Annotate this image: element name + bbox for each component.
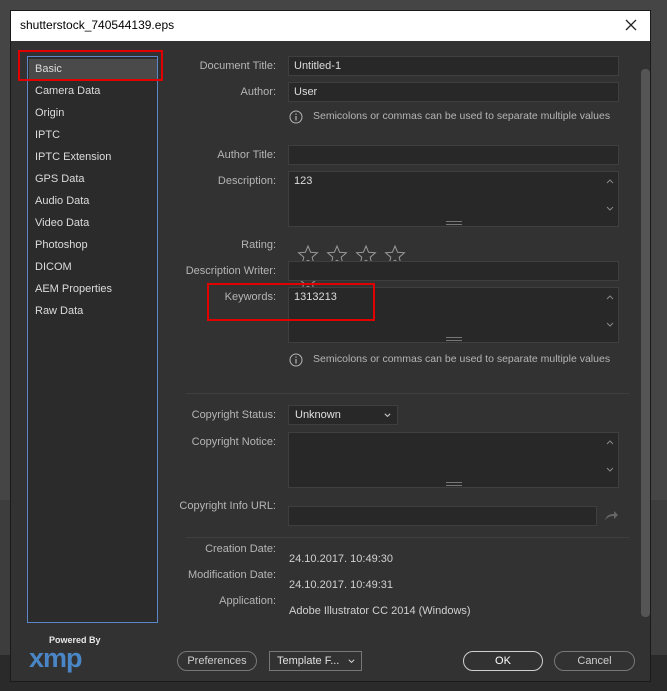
modification-date-value: 24.10.2017. 10:49:31 (289, 579, 393, 591)
go-to-url-arrow-icon[interactable] (603, 508, 619, 522)
cancel-button[interactable]: Cancel (554, 651, 635, 671)
scroll-down-icon[interactable] (605, 204, 615, 214)
template-folder-dropdown[interactable]: Template F... (269, 651, 362, 671)
description-writer-field[interactable] (288, 261, 619, 281)
keywords-label: Keywords: (224, 291, 276, 303)
chevron-down-icon (348, 659, 355, 664)
file-info-dialog: shutterstock_740544139.eps Basic Camera … (10, 10, 651, 682)
copyright-url-field[interactable] (288, 506, 597, 526)
copyright-status-label: Copyright Status: (191, 409, 276, 421)
sidebar-item-gps-data[interactable]: GPS Data (29, 169, 157, 189)
category-sidebar: Basic Camera Data Origin IPTC IPTC Exten… (27, 56, 158, 623)
panel-scrollbar[interactable] (641, 69, 650, 623)
divider (186, 393, 629, 394)
sidebar-item-aem-properties[interactable]: AEM Properties (29, 279, 157, 299)
info-icon (289, 109, 303, 124)
chevron-down-icon (384, 413, 391, 418)
ok-button[interactable]: OK (463, 651, 543, 671)
preferences-button[interactable]: Preferences (177, 651, 257, 671)
keywords-value: 1313213 (294, 291, 337, 303)
resize-grip-icon[interactable] (445, 221, 462, 225)
author-title-field[interactable] (288, 145, 619, 165)
rating-label: Rating: (241, 239, 276, 251)
title-bar: shutterstock_740544139.eps (11, 11, 650, 41)
description-value: 123 (294, 175, 313, 187)
author-title-label: Author Title: (217, 149, 276, 161)
copyright-notice-label: Copyright Notice: (191, 436, 276, 448)
info-icon (289, 352, 303, 367)
scroll-down-icon[interactable] (605, 320, 615, 330)
sidebar-item-raw-data[interactable]: Raw Data (29, 301, 157, 321)
application-label: Application: (219, 595, 276, 607)
xmp-logo: Powered By xmp (27, 633, 117, 673)
copyright-notice-field[interactable] (288, 432, 619, 488)
author-label: Author: (240, 86, 276, 98)
sidebar-item-dicom[interactable]: DICOM (29, 257, 157, 277)
document-title-label: Document Title: (199, 60, 276, 72)
scroll-up-icon[interactable] (605, 292, 615, 302)
scroll-up-icon[interactable] (605, 437, 615, 447)
keywords-field[interactable]: 1313213 (288, 287, 619, 343)
scrollbar-thumb[interactable] (641, 69, 650, 617)
window-title: shutterstock_740544139.eps (20, 18, 175, 32)
author-hint: Semicolons or commas can be used to sepa… (313, 110, 611, 122)
copyright-status-dropdown[interactable]: Unknown (288, 405, 398, 425)
sidebar-item-video-data[interactable]: Video Data (29, 213, 157, 233)
sidebar-item-basic[interactable]: Basic (29, 59, 157, 79)
resize-grip-icon[interactable] (445, 482, 462, 486)
author-field[interactable]: User (288, 82, 619, 102)
sidebar-item-origin[interactable]: Origin (29, 103, 157, 123)
application-value: Adobe Illustrator CC 2014 (Windows) (289, 605, 471, 617)
close-icon[interactable] (620, 14, 642, 36)
creation-date-value: 24.10.2017. 10:49:30 (289, 553, 393, 565)
modification-date-label: Modification Date: (187, 569, 276, 581)
resize-grip-icon[interactable] (445, 337, 462, 341)
template-folder-label: Template F... (277, 655, 340, 667)
sidebar-item-iptc-extension[interactable]: IPTC Extension (29, 147, 157, 167)
copyright-url-label: Copyright Info URL: (179, 500, 276, 512)
document-title-field[interactable]: Untitled-1 (288, 56, 619, 76)
scroll-down-icon[interactable] (605, 465, 615, 475)
creation-date-label: Creation Date: (205, 543, 276, 555)
divider (186, 537, 629, 538)
scroll-up-icon[interactable] (605, 176, 615, 186)
xmp-logo-text: xmp (29, 643, 83, 673)
sidebar-item-iptc[interactable]: IPTC (29, 125, 157, 145)
basic-panel: Document Title: Author: Author Title: De… (176, 56, 630, 626)
sidebar-item-audio-data[interactable]: Audio Data (29, 191, 157, 211)
copyright-status-value: Unknown (295, 409, 341, 421)
description-label: Description: (217, 175, 276, 187)
description-field[interactable]: 123 (288, 171, 619, 227)
keywords-hint: Semicolons or commas can be used to sepa… (313, 353, 611, 365)
sidebar-item-photoshop[interactable]: Photoshop (29, 235, 157, 255)
description-writer-label: Description Writer: (185, 265, 276, 277)
sidebar-item-camera-data[interactable]: Camera Data (29, 81, 157, 101)
